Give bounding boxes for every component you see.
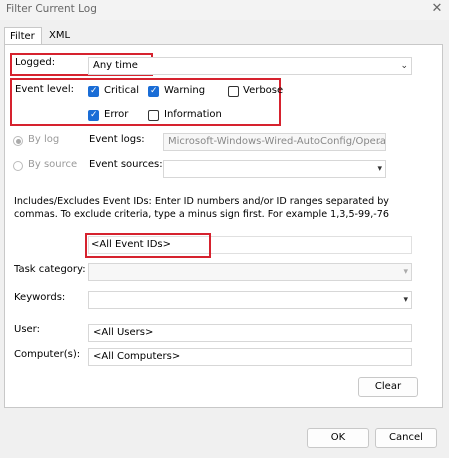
user-label: User: xyxy=(14,324,40,335)
computer-label: Computer(s): xyxy=(14,349,81,360)
tab-filter[interactable]: Filter xyxy=(4,27,42,45)
event-sources-select[interactable]: ▾ xyxy=(163,160,386,178)
close-icon[interactable]: ✕ xyxy=(430,1,444,17)
event-ids-value: <All Event IDs> xyxy=(91,239,172,250)
clear-button[interactable]: Clear xyxy=(358,377,418,397)
computer-value: <All Computers> xyxy=(93,351,181,362)
keywords-select[interactable]: ▾ xyxy=(88,291,412,309)
task-category-select[interactable]: ▾ xyxy=(88,263,412,281)
ok-button[interactable]: OK xyxy=(307,428,369,448)
chevron-down-icon: ▾ xyxy=(403,295,408,305)
by-log-label: By log xyxy=(28,134,60,145)
warning-label: Warning xyxy=(164,85,206,96)
logged-value: Any time xyxy=(93,60,138,71)
event-level-label: Event level: xyxy=(15,84,74,95)
task-category-label: Task category: xyxy=(14,264,86,275)
chevron-down-icon: ▾ xyxy=(403,267,408,277)
critical-checkbox[interactable] xyxy=(88,86,99,97)
event-logs-value: Microsoft-Windows-Wired-AutoConfig/Opera… xyxy=(168,136,386,147)
logged-label: Logged: xyxy=(15,57,56,68)
event-logs-label: Event logs: xyxy=(89,134,145,145)
user-input[interactable]: <All Users> xyxy=(88,324,412,342)
error-label: Error xyxy=(104,109,129,120)
cancel-button[interactable]: Cancel xyxy=(375,428,437,448)
by-source-label: By source xyxy=(28,159,78,170)
logged-select[interactable]: Any time ⌄ xyxy=(88,57,412,75)
verbose-label: Verbose xyxy=(243,85,284,96)
verbose-checkbox[interactable] xyxy=(228,86,239,97)
chevron-down-icon: ⌄ xyxy=(400,61,408,71)
by-source-radio[interactable] xyxy=(13,161,23,171)
event-ids-help-text: Includes/Excludes Event IDs: Enter ID nu… xyxy=(14,196,389,220)
event-logs-select[interactable]: Microsoft-Windows-Wired-AutoConfig/Opera… xyxy=(163,133,386,151)
user-value: <All Users> xyxy=(93,327,154,338)
error-checkbox[interactable] xyxy=(88,110,99,121)
information-checkbox[interactable] xyxy=(148,110,159,121)
event-sources-label: Event sources: xyxy=(89,159,163,170)
critical-label: Critical xyxy=(104,85,139,96)
tab-xml[interactable]: XML xyxy=(44,27,74,45)
computer-input[interactable]: <All Computers> xyxy=(88,348,412,366)
warning-checkbox[interactable] xyxy=(148,86,159,97)
by-log-radio[interactable] xyxy=(13,136,23,146)
keywords-label: Keywords: xyxy=(14,292,66,303)
information-label: Information xyxy=(164,109,222,120)
window-title: Filter Current Log xyxy=(6,3,97,15)
chevron-down-icon: ▾ xyxy=(377,164,382,174)
chevron-down-icon: ⌄ xyxy=(374,137,382,147)
